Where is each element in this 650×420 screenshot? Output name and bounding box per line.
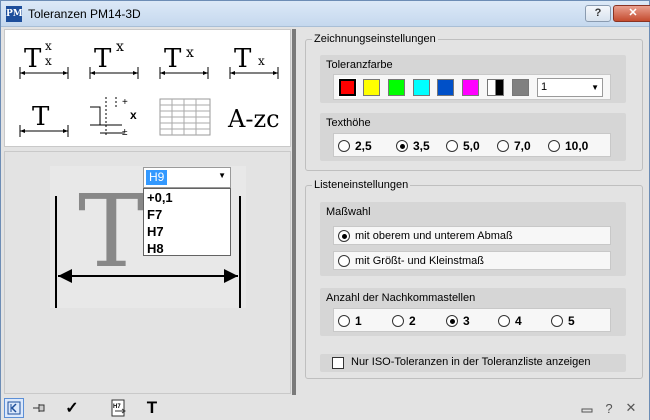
confirm-check-icon[interactable]: ✓ — [61, 398, 83, 418]
close-icon[interactable]: ✕ — [623, 398, 639, 418]
decimals-section: Anzahl der Nachkommastellen 1 2 3 4 5 — [320, 288, 626, 336]
svg-text:x: x — [258, 54, 265, 68]
iso-checkbox-label: Nur ISO-Toleranzen in der Toleranzliste … — [351, 356, 591, 368]
text-tool-icon[interactable]: T — [141, 398, 163, 418]
close-button[interactable]: ✕ — [613, 5, 650, 22]
tolerance-upper-button[interactable]: T x — [85, 36, 145, 82]
svg-text:T: T — [94, 44, 112, 74]
preview-letter: T — [78, 173, 145, 290]
svg-text:x: x — [45, 54, 52, 68]
panel-splitter[interactable] — [292, 29, 296, 395]
settings-panel: Zeichnungseinstellungen Toleranzfarbe 1 … — [297, 29, 649, 395]
svg-text:x: x — [186, 45, 194, 61]
color-swatch-green[interactable] — [388, 79, 405, 96]
bottom-toolbar: ✓ H7 T ? ✕ — [1, 396, 649, 420]
decimals-label: Anzahl der Nachkommastellen — [326, 292, 476, 304]
svg-text:T: T — [24, 44, 42, 74]
color-index-value: 1 — [541, 81, 548, 93]
chevron-down-icon[interactable]: ▼ — [218, 171, 226, 180]
color-swatch-bw[interactable] — [487, 79, 504, 96]
mass-radio-groesst[interactable]: mit Größt- und Kleinstmaß — [338, 255, 484, 267]
tolerance-class-list: +0,1 F7 H7 H8 — [143, 188, 231, 256]
title-bar: PM Toleranzen PM14-3D ? ✕ — [1, 1, 650, 27]
decimals-radio-3[interactable]: 3 — [446, 314, 470, 328]
svg-text:T: T — [234, 44, 252, 74]
svg-text:±: ± — [122, 127, 128, 138]
minimize-icon[interactable] — [579, 398, 595, 418]
color-row: 1 ▼ — [333, 74, 611, 100]
mass-section: Maßwahl mit oberem und unterem Abmaß mit… — [320, 202, 626, 276]
tolerance-upper-lower-button[interactable]: T x x — [15, 36, 75, 82]
help-icon[interactable]: ? — [601, 398, 617, 418]
iso-section: Nur ISO-Toleranzen in der Toleranzliste … — [320, 354, 626, 372]
collapse-panel-icon[interactable] — [4, 398, 24, 418]
dropdown-option[interactable]: F7 — [144, 207, 230, 223]
svg-text:x: x — [116, 39, 124, 55]
color-swatch-yellow[interactable] — [363, 79, 380, 96]
window-title: Toleranzen PM14-3D — [28, 7, 141, 21]
mass-option-row-1: mit oberem und unterem Abmaß — [333, 226, 611, 245]
mass-option-row-2: mit Größt- und Kleinstmaß — [333, 251, 611, 270]
chevron-down-icon: ▼ — [591, 83, 599, 92]
mass-radio-abmass[interactable]: mit oberem und unterem Abmaß — [338, 230, 513, 242]
height-section: Texthöhe 2,5 3,5 5,0 7,0 10,0 — [320, 113, 626, 161]
dropdown-option[interactable]: H7 — [144, 224, 230, 240]
svg-text:H7: H7 — [113, 404, 121, 410]
dropdown-selected-value: H9 — [146, 170, 168, 185]
dropdown-option[interactable]: +0,1 — [144, 190, 230, 206]
height-radio-3-5[interactable]: 3,5 — [396, 139, 430, 153]
dropdown-option[interactable]: H8 — [144, 241, 230, 257]
height-radio-5-0[interactable]: 5,0 — [446, 139, 480, 153]
svg-text:T: T — [164, 44, 182, 74]
color-index-select[interactable]: 1 ▼ — [537, 78, 603, 97]
color-swatch-cyan[interactable] — [413, 79, 430, 96]
height-radio-10-0[interactable]: 10,0 — [548, 139, 588, 153]
app-logo-icon: PM — [6, 6, 23, 22]
height-row: 2,5 3,5 5,0 7,0 10,0 — [333, 133, 611, 157]
mass-label: Maßwahl — [326, 206, 371, 218]
height-radio-7-0[interactable]: 7,0 — [497, 139, 531, 153]
tolerance-plusminus-button[interactable]: + x ± — [85, 94, 145, 140]
decimals-radio-5[interactable]: 5 — [551, 314, 575, 328]
pin-icon[interactable] — [29, 398, 49, 418]
list-settings-legend: Listeneinstellungen — [314, 179, 409, 191]
svg-text:+: + — [122, 97, 128, 108]
iso-checkbox[interactable] — [332, 357, 344, 369]
tolerance-table-button[interactable] — [155, 94, 215, 140]
help-button[interactable]: ? — [585, 5, 611, 22]
tolerance-mid-button[interactable]: T x — [155, 36, 215, 82]
tolerance-lower-button[interactable]: T x — [225, 36, 285, 82]
color-label: Toleranzfarbe — [326, 59, 393, 71]
tolerance-list-icon[interactable]: H7 — [109, 398, 131, 418]
color-section: Toleranzfarbe 1 ▼ — [320, 55, 626, 103]
tolerance-class-dropdown[interactable]: H9 ▼ — [143, 167, 231, 188]
tolerance-text-button[interactable]: A-zc — [225, 94, 285, 140]
tolerance-style-palette: T x x T x T x T x T + x ± A-zc — [4, 29, 291, 147]
svg-text:T: T — [32, 102, 50, 132]
color-swatch-red[interactable] — [338, 78, 357, 97]
color-swatch-gray[interactable] — [512, 79, 529, 96]
decimals-radio-1[interactable]: 1 — [338, 314, 362, 328]
color-swatch-magenta[interactable] — [462, 79, 479, 96]
decimals-row: 1 2 3 4 5 — [333, 308, 611, 332]
svg-text:x: x — [45, 39, 52, 53]
toleranzen-window: PM Toleranzen PM14-3D ? ✕ T x x T x T x … — [0, 0, 650, 420]
tolerance-none-button[interactable]: T — [15, 94, 75, 140]
height-label: Texthöhe — [326, 117, 371, 129]
svg-text:A-zc: A-zc — [227, 105, 280, 133]
height-radio-2-5[interactable]: 2,5 — [338, 139, 372, 153]
drawing-settings-legend: Zeichnungseinstellungen — [314, 33, 436, 45]
color-swatch-blue[interactable] — [437, 79, 454, 96]
decimals-radio-2[interactable]: 2 — [392, 314, 416, 328]
svg-text:x: x — [130, 108, 137, 122]
decimals-radio-4[interactable]: 4 — [498, 314, 522, 328]
